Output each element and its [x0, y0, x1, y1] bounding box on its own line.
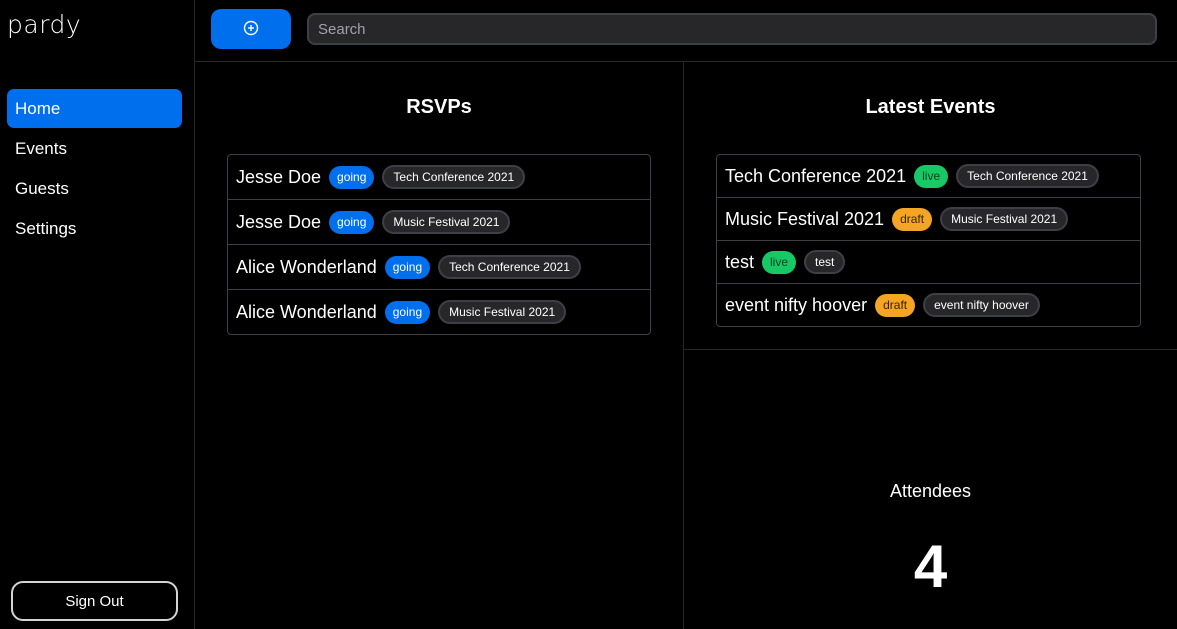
rsvps-title: RSVPs: [406, 96, 472, 118]
event-row[interactable]: Music Festival 2021 draft Music Festival…: [717, 198, 1140, 241]
sidebar-item-label: Guests: [15, 178, 69, 198]
sidebar-item-label: Settings: [15, 218, 77, 238]
attendees-panel: Attendees 4: [684, 350, 1177, 629]
event-row[interactable]: Tech Conference 2021 live Tech Conferenc…: [717, 155, 1140, 198]
status-badge: draft: [892, 207, 933, 231]
attendees-label: Attendees: [889, 481, 972, 501]
event-chip: Music Festival 2021: [382, 210, 511, 234]
status-badge: live: [762, 250, 797, 274]
guest-name: Jesse Doe: [236, 211, 322, 232]
event-chip: Tech Conference 2021: [382, 165, 526, 189]
status-badge: going: [384, 300, 431, 324]
sidebar-item-label: Events: [15, 138, 67, 158]
guest-name: Alice Wonderland: [236, 301, 377, 322]
rsvp-row[interactable]: Alice Wonderland going Tech Conference 2…: [228, 245, 650, 290]
event-chip: test: [804, 250, 846, 274]
attendees-count: 4: [913, 533, 948, 600]
dashboard-panels: RSVPs Jesse Doe going Tech Conference 20…: [195, 62, 1177, 629]
status-badge: going: [329, 210, 375, 234]
event-chip: event nifty hoover: [923, 293, 1040, 317]
sidebar-item-settings[interactable]: Settings: [7, 209, 182, 248]
sidebar-item-label: Home: [15, 98, 61, 118]
sidebar-item-guests[interactable]: Guests: [7, 169, 182, 208]
event-name: Tech Conference 2021: [725, 165, 907, 186]
event-row[interactable]: test live test: [717, 241, 1140, 284]
latest-events-panel: Latest Events Tech Conference 2021 live …: [684, 62, 1177, 350]
event-chip: Music Festival 2021: [940, 207, 1069, 231]
sidebar-item-events[interactable]: Events: [7, 129, 182, 168]
guest-name: Alice Wonderland: [236, 256, 377, 277]
event-name: Music Festival 2021: [725, 208, 885, 229]
status-badge: going: [329, 165, 375, 189]
search-input[interactable]: [307, 13, 1157, 45]
latest-events-title: Latest Events: [865, 96, 996, 118]
add-event-button[interactable]: [211, 9, 291, 49]
event-chip: Music Festival 2021: [438, 300, 567, 324]
event-chip: Tech Conference 2021: [438, 255, 581, 279]
status-badge: going: [384, 255, 431, 279]
event-name: test: [725, 251, 755, 272]
event-name: event nifty hoover: [725, 294, 868, 315]
event-chip: Tech Conference 2021: [956, 164, 1099, 188]
rsvps-panel: RSVPs Jesse Doe going Tech Conference 20…: [195, 62, 684, 629]
app-root: pardy Home Events Guests Settings Sign O…: [0, 0, 1177, 629]
rsvp-row[interactable]: Alice Wonderland going Music Festival 20…: [228, 290, 650, 334]
status-badge: live: [914, 164, 949, 188]
sidebar: pardy Home Events Guests Settings Sign O…: [0, 0, 195, 629]
guest-name: Jesse Doe: [236, 166, 322, 187]
sign-out-button[interactable]: Sign Out: [11, 581, 178, 621]
rsvps-list: Jesse Doe going Tech Conference 2021 Jes…: [227, 154, 651, 335]
rsvp-row[interactable]: Jesse Doe going Music Festival 2021: [228, 200, 650, 245]
sidebar-item-home[interactable]: Home: [7, 89, 182, 128]
app-logo[interactable]: pardy: [7, 10, 81, 39]
plus-circle-icon: [243, 20, 259, 39]
latest-events-list: Tech Conference 2021 live Tech Conferenc…: [716, 154, 1141, 327]
sidebar-nav: Home Events Guests Settings: [7, 89, 182, 249]
top-bar: [195, 0, 1177, 62]
event-row[interactable]: event nifty hoover draft event nifty hoo…: [717, 284, 1140, 326]
main-content: RSVPs Jesse Doe going Tech Conference 20…: [195, 0, 1177, 629]
status-badge: draft: [875, 293, 916, 317]
rsvp-row[interactable]: Jesse Doe going Tech Conference 2021: [228, 155, 650, 200]
